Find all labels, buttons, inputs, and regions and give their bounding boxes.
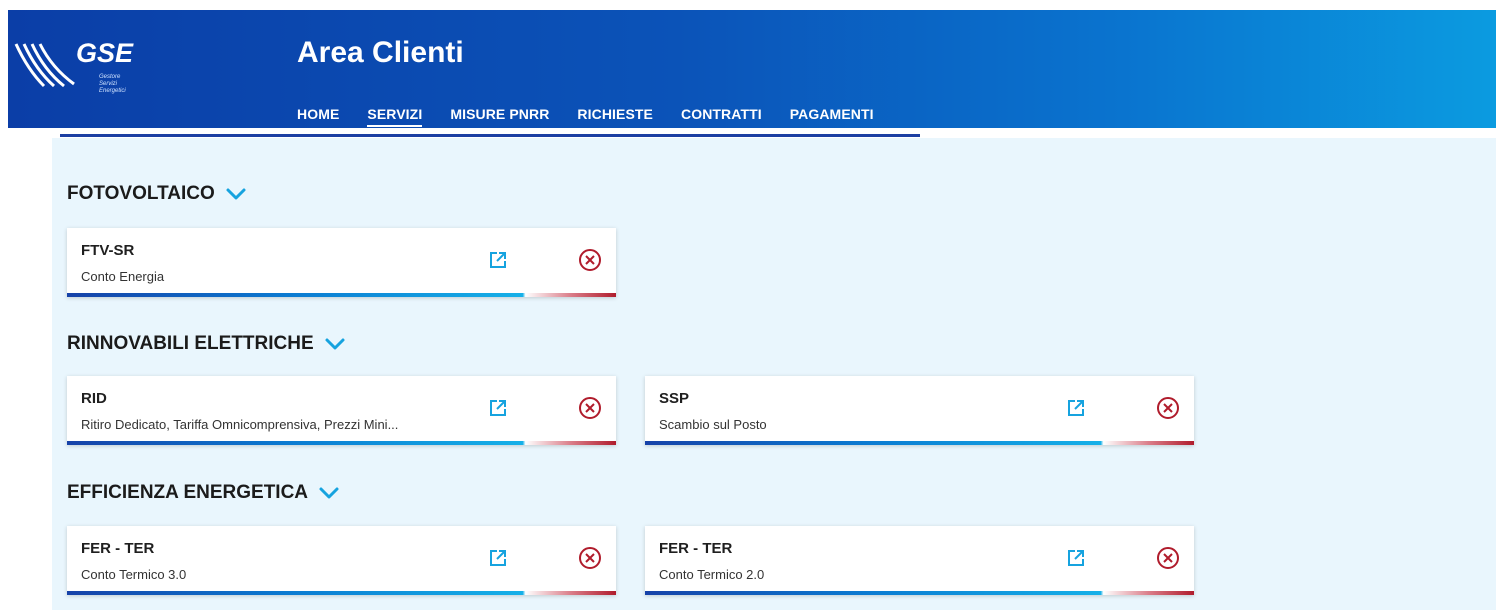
chevron-down-icon[interactable] (318, 486, 340, 500)
section-fotovoltaico[interactable]: FOTOVOLTAICO (67, 183, 247, 205)
card-subtitle: Conto Termico 2.0 (659, 567, 765, 582)
section-title: FOTOVOLTAICO (67, 183, 215, 204)
card-title: FTV-SR (81, 242, 135, 259)
external-link-icon[interactable] (488, 250, 508, 270)
close-circle-icon[interactable] (578, 248, 602, 272)
close-circle-icon[interactable] (578, 546, 602, 570)
external-link-icon[interactable] (1066, 548, 1086, 568)
logo-text: GSE (76, 38, 134, 68)
card-accent-bar (67, 441, 616, 445)
nav-item-home[interactable]: HOME (297, 106, 339, 127)
section-title: RINNOVABILI ELETTRICHE (67, 333, 314, 354)
logo-swoosh-icon (14, 43, 75, 88)
card-title: RID (81, 390, 107, 407)
section-title: EFFICIENZA ENERGETICA (67, 482, 309, 503)
card-title: SSP (659, 390, 690, 407)
card-subtitle: Conto Energia (81, 269, 165, 284)
nav-item-misure-pnrr[interactable]: MISURE PNRR (450, 106, 549, 127)
card-title: FER - TER (659, 540, 733, 557)
external-link-icon[interactable] (488, 398, 508, 418)
card-subtitle: Conto Termico 3.0 (81, 567, 187, 582)
nav-item-richieste[interactable]: RICHIESTE (577, 106, 653, 127)
logo-subtitle: Gestore Servizi Energetici (99, 74, 126, 94)
close-circle-icon[interactable] (1156, 396, 1180, 420)
card-subtitle: Ritiro Dedicato, Tariffa Omnicomprensiva… (81, 417, 399, 432)
service-card[interactable]: SSP Scambio sul Posto (645, 376, 1194, 445)
section-efficienza-energetica[interactable]: EFFICIENZA ENERGETICA (67, 482, 340, 504)
section-rinnovabili-elettriche[interactable]: RINNOVABILI ELETTRICHE (67, 333, 346, 355)
service-card[interactable]: FER - TER Conto Termico 2.0 (645, 526, 1194, 595)
chevron-down-icon[interactable] (225, 187, 247, 201)
close-circle-icon[interactable] (578, 396, 602, 420)
close-circle-icon[interactable] (1156, 546, 1180, 570)
nav-item-pagamenti[interactable]: PAGAMENTI (790, 106, 874, 127)
external-link-icon[interactable] (488, 548, 508, 568)
card-accent-bar (645, 591, 1194, 595)
gse-logo[interactable]: GSE Gestore Servizi Energetici (14, 36, 144, 106)
chevron-down-icon[interactable] (324, 337, 346, 351)
card-title: FER - TER (81, 540, 155, 557)
app-title: Area Clienti (297, 36, 464, 69)
nav-underline-divider (60, 134, 920, 137)
service-card[interactable]: FER - TER Conto Termico 3.0 (67, 526, 616, 595)
card-accent-bar (67, 591, 616, 595)
main-nav: HOME SERVIZI MISURE PNRR RICHIESTE CONTR… (297, 106, 902, 127)
card-accent-bar (645, 441, 1194, 445)
nav-item-servizi[interactable]: SERVIZI (367, 106, 423, 127)
card-subtitle: Scambio sul Posto (659, 417, 767, 432)
service-card[interactable]: FTV-SR Conto Energia (67, 228, 616, 297)
nav-item-contratti[interactable]: CONTRATTI (681, 106, 762, 127)
service-card[interactable]: RID Ritiro Dedicato, Tariffa Omnicompren… (67, 376, 616, 445)
header-bar: GSE Gestore Servizi Energetici Area Clie… (8, 10, 1496, 128)
external-link-icon[interactable] (1066, 398, 1086, 418)
card-accent-bar (67, 293, 616, 297)
